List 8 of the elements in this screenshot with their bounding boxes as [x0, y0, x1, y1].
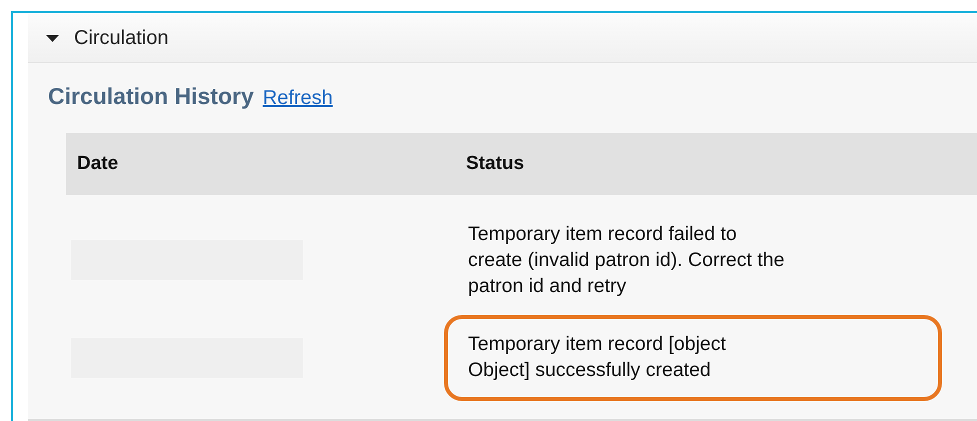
highlighted-status-text: Temporary item record [object Object] successfully created [444, 315, 942, 401]
section-title: Circulation History [48, 83, 254, 110]
refresh-link[interactable]: Refresh [262, 87, 333, 110]
section-header[interactable]: Circulation [28, 14, 977, 63]
status-text: Temporary item record failed to create (invalid patron id). Correct the patron id and retry [467, 222, 786, 299]
column-header: Date [66, 133, 451, 195]
column-header: Status [451, 133, 977, 195]
caret-icon [46, 34, 59, 42]
